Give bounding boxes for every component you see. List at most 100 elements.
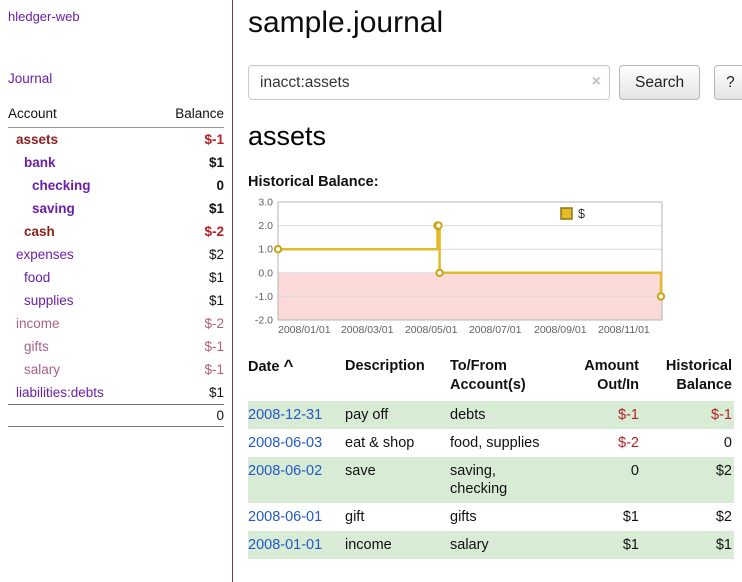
account-balance: 0 (151, 174, 224, 197)
account-link[interactable]: expenses (16, 247, 74, 262)
account-balance: $-1 (151, 335, 224, 358)
transaction-date-link[interactable]: 2008-06-02 (248, 463, 322, 479)
transaction-description: gift (345, 503, 450, 531)
transaction-accounts: gifts (450, 503, 560, 531)
register-row: 2008-01-01incomesalary$1$1 (248, 531, 734, 559)
register-header-balance: Historical Balance (641, 355, 734, 401)
account-balance: $-2 (151, 220, 224, 243)
svg-text:-1.0: -1.0 (255, 291, 273, 303)
account-link[interactable]: food (24, 270, 50, 285)
register-header-date-label: Date (248, 359, 279, 375)
register-row: 2008-12-31pay offdebts$-1$-1 (248, 401, 734, 429)
page-title: sample.journal (248, 6, 742, 40)
account-link[interactable]: assets (16, 132, 58, 147)
account-link[interactable]: income (16, 316, 60, 331)
search-input[interactable] (248, 65, 610, 100)
accounts-header-account: Account (8, 103, 151, 128)
chart-title: Historical Balance: (248, 174, 742, 190)
transaction-balance: $2 (641, 457, 734, 503)
register-table: Date ^ Description To/From Account(s) Am… (248, 355, 734, 559)
search-button[interactable]: Search (619, 65, 700, 100)
transaction-date-link[interactable]: 2008-06-03 (248, 435, 322, 451)
transaction-accounts: salary (450, 531, 560, 559)
account-link[interactable]: gifts (24, 339, 49, 354)
transaction-balance: $2 (641, 503, 734, 531)
svg-text:2008/03/01: 2008/03/01 (341, 324, 394, 336)
account-balance: $1 (151, 151, 224, 174)
transaction-amount: $1 (560, 531, 641, 559)
search-form: × Search ? (248, 65, 742, 100)
svg-text:2008/07/01: 2008/07/01 (469, 324, 522, 336)
accounts-total-row: 0 (8, 405, 224, 427)
account-balance: $1 (151, 381, 224, 405)
register-header-accounts: To/From Account(s) (450, 355, 560, 401)
account-balance: $2 (151, 243, 224, 266)
account-link[interactable]: saving (32, 201, 75, 216)
account-balance: $-1 (151, 358, 224, 381)
app-brand-link[interactable]: hledger-web (8, 9, 80, 24)
account-row: food $1 (8, 266, 224, 289)
svg-text:-2.0: -2.0 (255, 315, 273, 327)
transaction-balance: 0 (641, 429, 734, 457)
sort-asc-icon: ^ (283, 356, 293, 375)
register-row: 2008-06-03eat & shopfood, supplies$-20 (248, 429, 734, 457)
account-link[interactable]: cash (24, 224, 55, 239)
svg-text:$: $ (578, 207, 585, 221)
transaction-amount: 0 (560, 457, 641, 503)
svg-text:1.0: 1.0 (258, 244, 273, 256)
transaction-accounts: debts (450, 401, 560, 429)
register-row: 2008-06-01 giftgifts$1$2 (248, 503, 734, 531)
nav-journal-link[interactable]: Journal (8, 71, 52, 86)
transaction-date-link[interactable]: 2008-06-01 (248, 509, 322, 525)
account-balance: $-1 (151, 128, 224, 152)
svg-text:2008/05/01: 2008/05/01 (405, 324, 458, 336)
account-balance: $1 (151, 289, 224, 312)
register-header-amount: Amount Out/In (560, 355, 641, 401)
account-row: liabilities:debts $1 (8, 381, 224, 405)
main-content: sample.journal × Search ? assets Histori… (233, 0, 742, 582)
transaction-amount: $1 (560, 503, 641, 531)
register-header-row: Date ^ Description To/From Account(s) Am… (248, 355, 734, 401)
search-input-wrap: × (248, 65, 610, 100)
account-link[interactable]: salary (24, 362, 60, 377)
page: hledger-web Journal Account Balance asse… (0, 0, 742, 582)
account-link[interactable]: checking (32, 178, 91, 193)
svg-text:2008/09/01: 2008/09/01 (534, 324, 587, 336)
transaction-balance: $1 (641, 531, 734, 559)
account-link[interactable]: supplies (24, 293, 74, 308)
svg-text:3.0: 3.0 (258, 197, 273, 209)
transaction-amount: $-1 (560, 401, 641, 429)
svg-text:0.0: 0.0 (258, 267, 273, 279)
account-balance: $-2 (151, 312, 224, 335)
svg-text:2.0: 2.0 (258, 220, 273, 232)
account-row: checking 0 (8, 174, 224, 197)
nav-journal: Journal (8, 70, 224, 86)
transaction-date-link[interactable]: 2008-01-01 (248, 537, 322, 553)
transaction-description: income (345, 531, 450, 559)
account-row: saving $1 (8, 197, 224, 220)
account-row: bank $1 (8, 151, 224, 174)
accounts-header-row: Account Balance (8, 103, 224, 128)
transaction-balance: $-1 (641, 401, 734, 429)
balance-chart-svg: 3.0 2.0 1.0 0.0 -1.0 -2.0 2008/01/01 2008/03/01… (248, 196, 668, 338)
register-row: 2008-06-02savesaving, checking0$2 (248, 457, 734, 503)
clear-search-icon[interactable]: × (592, 73, 601, 91)
account-balance: $1 (151, 266, 224, 289)
accounts-header-balance: Balance (151, 103, 224, 128)
register-header-date[interactable]: Date ^ (248, 355, 345, 401)
help-button[interactable]: ? (714, 65, 742, 100)
app-brand: hledger-web (8, 8, 224, 24)
account-link[interactable]: bank (24, 155, 56, 170)
account-balance: $1 (151, 197, 224, 220)
account-link[interactable]: liabilities:debts (16, 385, 104, 400)
svg-text:2008/01/01: 2008/01/01 (278, 324, 331, 336)
transaction-date-link[interactable]: 2008-12-31 (248, 407, 322, 423)
sidebar: hledger-web Journal Account Balance asse… (0, 0, 233, 582)
accounts-total-spacer (8, 405, 151, 427)
accounts-total-balance: 0 (151, 405, 224, 427)
transaction-accounts: food, supplies (450, 429, 560, 457)
account-row: expenses $2 (8, 243, 224, 266)
transaction-description: eat & shop (345, 429, 450, 457)
svg-text:2008/11/01: 2008/11/01 (598, 324, 650, 336)
transaction-accounts: saving, checking (450, 457, 560, 503)
